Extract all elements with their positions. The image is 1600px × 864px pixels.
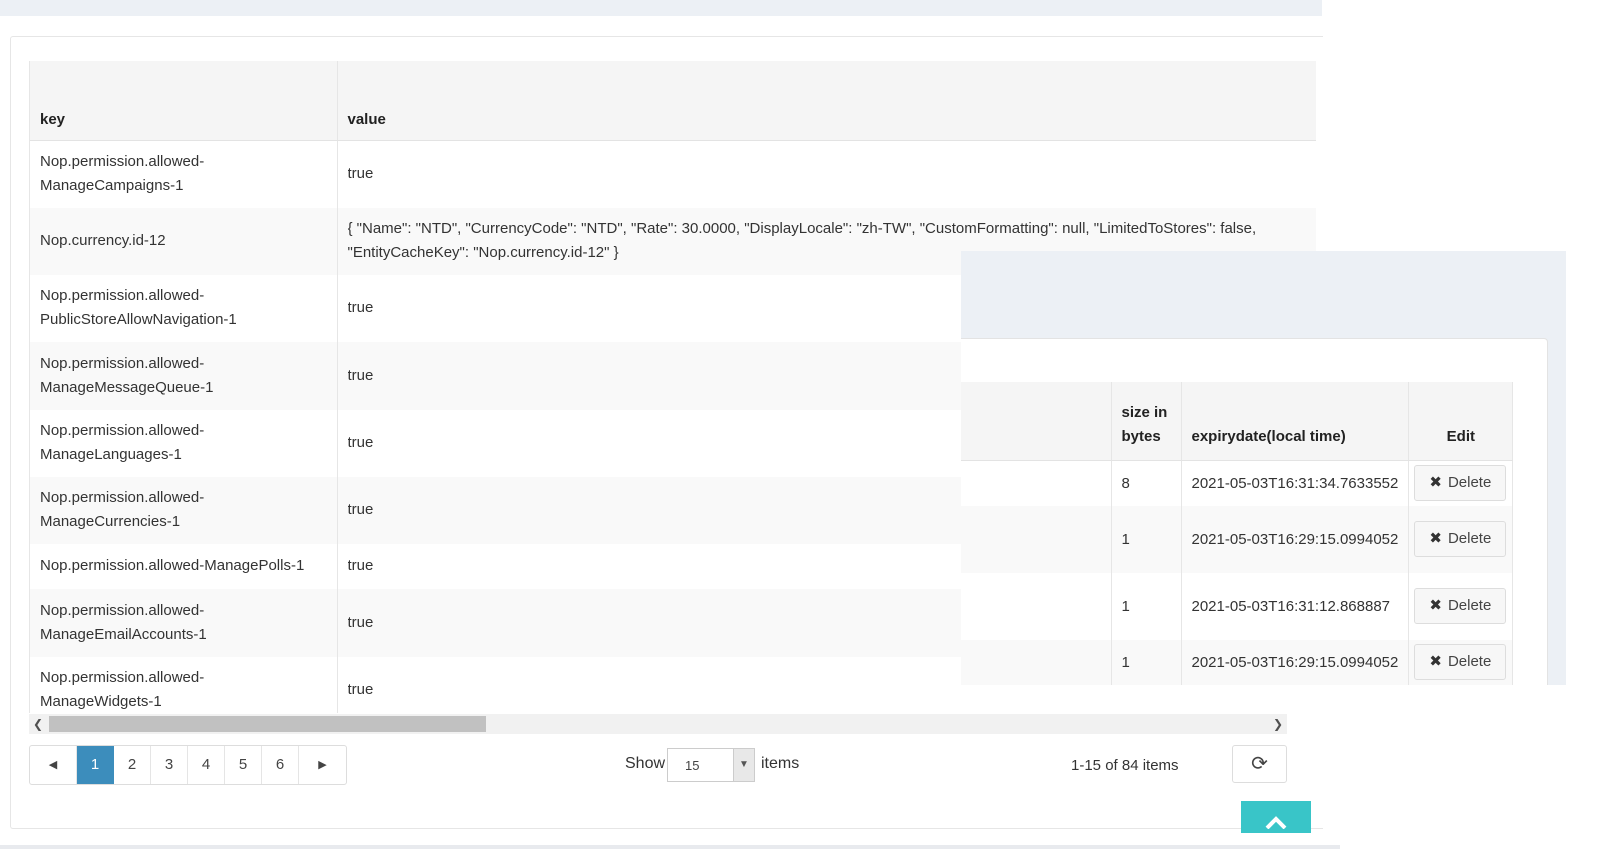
expiry-cell: 2021-05-03T16:29:15.0994052 xyxy=(1181,639,1410,685)
table-row[interactable]: 1 2021-05-03T16:31:12.868887 ✖ Delete xyxy=(961,572,1514,640)
column-header-value[interactable]: value xyxy=(337,61,1316,141)
table-row[interactable]: 1 2021-05-03T16:29:15.0994052 ✖ Delete xyxy=(961,639,1514,685)
key-text: Nop.permission.allowed- xyxy=(40,601,205,619)
delete-label: Delete xyxy=(1447,530,1492,547)
edit-cell: ✖ Delete xyxy=(1408,572,1514,640)
key-text: ManageCampaigns-1 xyxy=(40,177,184,195)
overlay-cache-panel: size in bytes expirydate(local time) Edi… xyxy=(961,251,1566,685)
table-row[interactable]: 8 2021-05-03T16:31:34.7633552 ✖ Delete xyxy=(961,460,1514,506)
close-icon: ✖ xyxy=(1429,597,1442,614)
table-row[interactable]: 1 2021-05-03T16:29:15.0994052 ✖ Delete xyxy=(961,505,1514,573)
expiry-cell: 2021-05-03T16:31:34.7633552 xyxy=(1181,460,1410,506)
expiry-cell: 2021-05-03T16:31:12.868887 xyxy=(1181,572,1410,640)
key-text: ManageLanguages-1 xyxy=(40,446,182,463)
value-text: { "Name": "NTD", "CurrencyCode": "NTD", … xyxy=(347,220,1257,237)
page-button-1[interactable]: 1 xyxy=(77,746,114,784)
page-button-4[interactable]: 4 xyxy=(188,746,225,784)
show-label: Show xyxy=(625,755,666,772)
key-cell: Nop.permission.allowed-ManagePolls-1 xyxy=(30,543,338,589)
top-band xyxy=(0,0,1322,17)
key-cell: Nop.permission.allowed- ManageWidgets-1 xyxy=(30,656,338,713)
refresh-icon: ⟳ xyxy=(1251,753,1268,775)
overlay-hidden-cell xyxy=(961,639,1112,685)
column-header-edit[interactable]: Edit xyxy=(1408,382,1514,461)
delete-button[interactable]: ✖ Delete xyxy=(1414,465,1507,502)
table-row[interactable]: Nop.permission.allowed- ManageCampaigns-1… xyxy=(30,140,1316,208)
size-cell: 8 xyxy=(1111,460,1182,506)
key-text: Nop.permission.allowed-ManagePolls-1 xyxy=(40,557,305,574)
close-icon: ✖ xyxy=(1429,653,1442,670)
key-text: Nop.permission.allowed- xyxy=(40,153,205,171)
overlay-table: size in bytes expirydate(local time) Edi… xyxy=(961,382,1514,685)
page-button-6[interactable]: 6 xyxy=(262,746,299,784)
chevron-down-icon[interactable]: ▼ xyxy=(733,749,754,781)
key-text: ManageWidgets-1 xyxy=(40,693,162,710)
key-text: Nop.currency.id-12 xyxy=(40,232,166,249)
column-header-expiry[interactable]: expirydate(local time) xyxy=(1181,382,1410,461)
expiry-cell: 2021-05-03T16:29:15.0994052 xyxy=(1181,505,1410,573)
page-size-value: 15 xyxy=(685,758,700,773)
delete-button[interactable]: ✖ Delete xyxy=(1414,588,1507,624)
key-text: ManageEmailAccounts-1 xyxy=(40,625,207,643)
delete-button[interactable]: ✖ Delete xyxy=(1414,521,1507,557)
key-text: ManageCurrencies-1 xyxy=(40,513,181,530)
close-icon: ✖ xyxy=(1429,474,1442,492)
column-header-key[interactable]: key xyxy=(30,61,338,141)
value-cell: true xyxy=(337,140,1316,208)
scroll-right-icon[interactable]: ❯ xyxy=(1269,714,1287,734)
column-header-size[interactable]: size in bytes xyxy=(1111,382,1182,461)
previous-page-icon[interactable]: ◀ xyxy=(30,746,77,784)
overlay-hidden-cell xyxy=(961,460,1112,506)
page-button-2[interactable]: 2 xyxy=(114,746,151,784)
page-button-5[interactable]: 5 xyxy=(225,746,262,784)
key-cell: Nop.permission.allowed- ManageMessageQueu… xyxy=(30,341,338,410)
edit-cell: ✖ Delete xyxy=(1408,460,1514,506)
key-text: Nop.permission.allowed- xyxy=(40,489,205,506)
overlay-hidden-cell xyxy=(961,505,1112,573)
key-text: PublicStoreAllowNavigation-1 xyxy=(40,311,237,328)
key-text: ManageMessageQueue-1 xyxy=(40,378,214,396)
scroll-to-top-button[interactable] xyxy=(1241,801,1311,833)
items-label: items xyxy=(761,755,800,772)
delete-label: Delete xyxy=(1447,597,1492,614)
page-button-3[interactable]: 3 xyxy=(151,746,188,784)
key-cell: Nop.permission.allowed- PublicStoreAllowN… xyxy=(30,274,338,342)
edit-cell: ✖ Delete xyxy=(1408,505,1514,573)
scroll-left-icon[interactable]: ❮ xyxy=(29,714,47,734)
overlay-hidden-cell xyxy=(961,572,1112,640)
size-cell: 1 xyxy=(1111,639,1182,685)
pager: ◀ 1 2 3 4 5 6 ▶ xyxy=(29,745,347,785)
edit-cell: ✖ Delete xyxy=(1408,639,1514,685)
delete-button[interactable]: ✖ Delete xyxy=(1414,644,1507,680)
item-count: 1-15 of 84 items xyxy=(1071,757,1179,774)
page-size-select[interactable]: 15 ▼ xyxy=(667,748,755,782)
horizontal-scrollbar[interactable]: ❮ ❯ xyxy=(29,714,1287,734)
bottom-strip xyxy=(0,845,1340,849)
key-cell: Nop.permission.allowed- ManageCampaigns-1 xyxy=(30,140,338,208)
value-text: true xyxy=(347,165,374,183)
key-text: Nop.permission.allowed- xyxy=(40,354,205,372)
refresh-button[interactable]: ⟳ xyxy=(1232,745,1287,783)
key-cell: Nop.permission.allowed- ManageCurrencies-… xyxy=(30,476,338,544)
size-cell: 1 xyxy=(1111,572,1182,640)
chevron-up-icon xyxy=(1265,816,1287,829)
key-cell: Nop.permission.allowed- ManageEmailAccoun… xyxy=(30,588,338,657)
delete-label: Delete xyxy=(1447,653,1492,670)
overlay-column-hidden xyxy=(961,382,1112,461)
scrollbar-thumb[interactable] xyxy=(49,716,486,732)
next-page-icon[interactable]: ▶ xyxy=(299,746,346,784)
key-cell: Nop.currency.id-12 xyxy=(30,207,338,275)
delete-label: Delete xyxy=(1447,474,1492,492)
size-cell: 1 xyxy=(1111,505,1182,573)
key-text: Nop.permission.allowed- xyxy=(40,669,205,686)
close-icon: ✖ xyxy=(1429,530,1442,547)
key-text: Nop.permission.allowed- xyxy=(40,287,205,304)
key-text: Nop.permission.allowed- xyxy=(40,422,205,439)
key-cell: Nop.permission.allowed- ManageLanguages-1 xyxy=(30,409,338,477)
